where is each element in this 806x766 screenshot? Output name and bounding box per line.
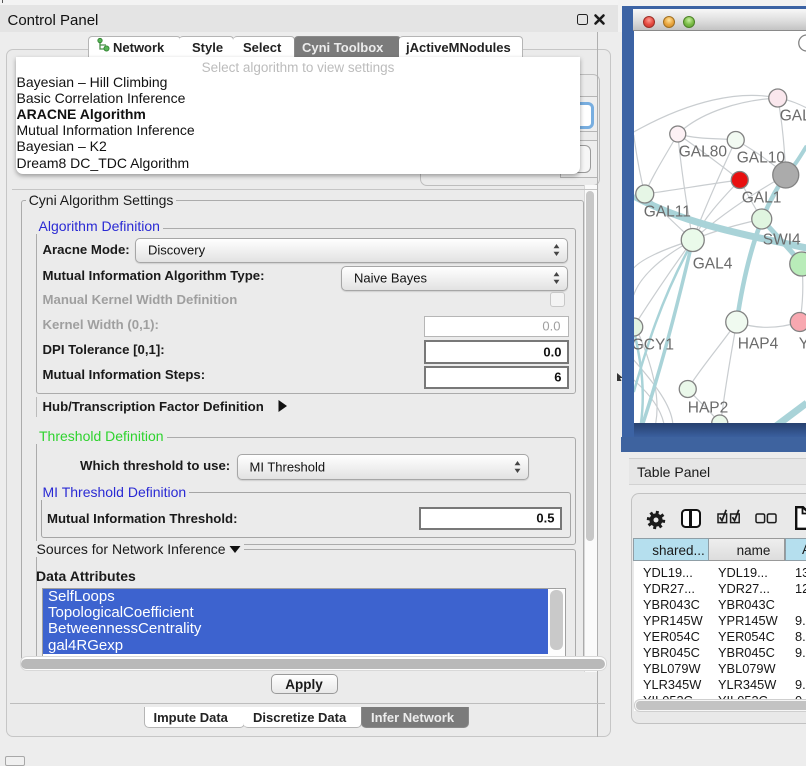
svg-text:GAL8: GAL8 <box>779 108 806 125</box>
svg-text:GAL10: GAL10 <box>736 150 785 167</box>
svg-text:HAP2: HAP2 <box>687 400 728 417</box>
svg-text:GAL80: GAL80 <box>678 144 727 161</box>
svg-text:SWI4: SWI4 <box>762 232 800 249</box>
svg-text:GCY1: GCY1 <box>634 337 674 354</box>
svg-text:GAL1: GAL1 <box>741 190 781 207</box>
svg-text:GAL11: GAL11 <box>643 204 690 221</box>
svg-text:Y: Y <box>798 336 806 353</box>
svg-text:HAP4: HAP4 <box>737 336 778 353</box>
svg-text:GAL4: GAL4 <box>692 256 732 273</box>
